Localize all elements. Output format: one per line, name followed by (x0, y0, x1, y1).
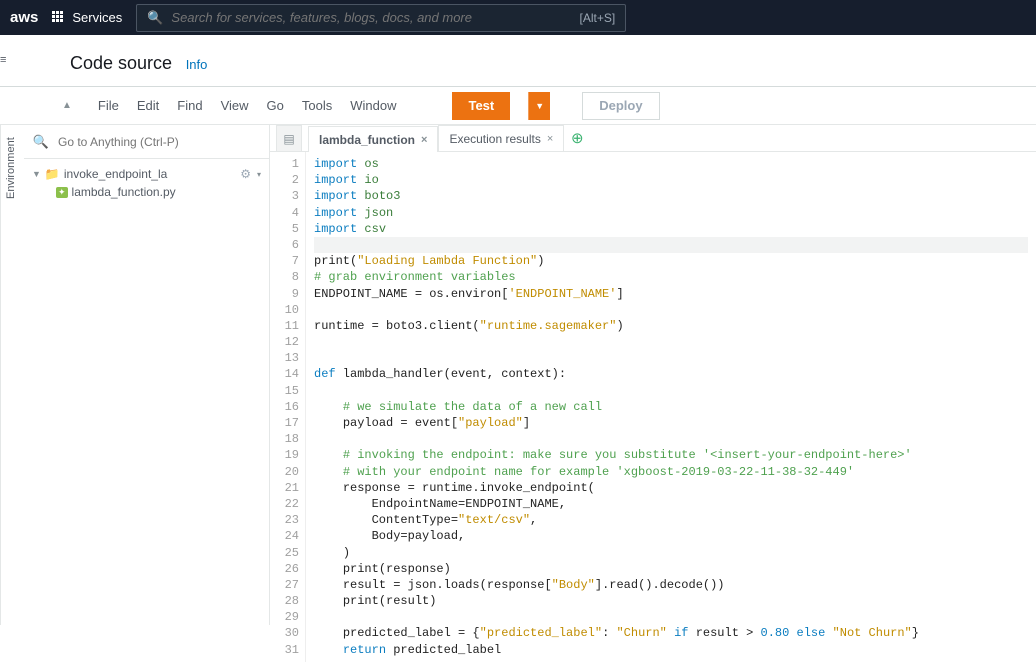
close-icon[interactable]: × (421, 134, 427, 146)
collapse-up-icon[interactable]: ▲ (62, 100, 72, 111)
python-file-icon: ✦ (56, 187, 68, 198)
code-line[interactable]: ContentType="text/csv", (314, 512, 1028, 528)
goto-anything-row: 🔍 (24, 125, 269, 159)
code-line[interactable]: ENDPOINT_NAME = os.environ['ENDPOINT_NAM… (314, 286, 1028, 302)
global-nav: aws Services 🔍 [Alt+S] (0, 0, 1036, 35)
close-icon[interactable]: × (547, 133, 553, 145)
code-line[interactable]: ) (314, 545, 1028, 561)
code-line[interactable]: payload = event["payload"] (314, 415, 1028, 431)
code-line[interactable] (314, 302, 1028, 318)
goto-anything-input[interactable] (58, 130, 269, 154)
code-line[interactable]: return predicted_label (314, 642, 1028, 658)
ide-panel: ▲ File Edit Find View Go Tools Window Te… (0, 86, 1036, 625)
search-icon: 🔍 (147, 10, 163, 26)
code-line[interactable]: response = runtime.invoke_endpoint( (314, 480, 1028, 496)
deploy-button[interactable]: Deploy (582, 92, 659, 120)
tab-label: Execution results (449, 132, 540, 146)
editor-panel: ▤ lambda_function × Execution results × … (270, 125, 1036, 625)
code-line[interactable] (314, 431, 1028, 447)
menu-edit[interactable]: Edit (137, 98, 159, 113)
menu-window[interactable]: Window (350, 98, 396, 113)
side-collapse-icon[interactable]: ≡ (0, 54, 18, 72)
services-label: Services (72, 10, 122, 25)
code-line[interactable] (314, 609, 1028, 625)
ide-menubar: ▲ File Edit Find View Go Tools Window Te… (0, 87, 1036, 125)
tab-list-icon[interactable]: ▤ (276, 125, 302, 151)
code-line[interactable]: Body=payload, (314, 528, 1028, 544)
search-icon: 🔍 (24, 134, 58, 150)
code-line[interactable]: print(response) (314, 561, 1028, 577)
caret-down-icon: ▾ (257, 170, 261, 179)
tree-file-row[interactable]: ✦ lambda_function.py (28, 183, 265, 201)
menu-file[interactable]: File (98, 98, 119, 113)
code-area[interactable]: import osimport ioimport boto3import jso… (306, 152, 1036, 662)
menu-tools[interactable]: Tools (302, 98, 332, 113)
section-title: Code source (70, 53, 172, 73)
folder-icon: 📁 (45, 167, 60, 181)
test-dropdown-button[interactable]: ▼ (528, 92, 550, 120)
info-link[interactable]: Info (186, 57, 208, 72)
code-line[interactable]: EndpointName=ENDPOINT_NAME, (314, 496, 1028, 512)
menu-view[interactable]: View (221, 98, 249, 113)
code-line[interactable]: def lambda_handler(event, context): (314, 366, 1028, 382)
line-gutter: 1234567891011121314151617181920212223242… (270, 152, 306, 662)
gear-icon[interactable]: ⚙ (240, 167, 251, 181)
tab-execution-results[interactable]: Execution results × (438, 125, 564, 151)
code-line[interactable]: # invoking the endpoint: make sure you s… (314, 447, 1028, 463)
code-line[interactable] (314, 350, 1028, 366)
code-line[interactable]: # with your endpoint name for example 'x… (314, 464, 1028, 480)
environment-tab[interactable]: Environment (0, 125, 24, 625)
tree-folder-row[interactable]: ▼ 📁 invoke_endpoint_la ⚙ ▾ (28, 165, 265, 183)
tab-strip: ▤ lambda_function × Execution results × … (270, 125, 1036, 152)
global-search-input[interactable] (171, 10, 571, 25)
code-line[interactable]: runtime = boto3.client("runtime.sagemake… (314, 318, 1028, 334)
global-search[interactable]: 🔍 [Alt+S] (136, 4, 626, 32)
file-tree: ▼ 📁 invoke_endpoint_la ⚙ ▾ ✦ lambda_func… (24, 159, 269, 625)
grid-icon (52, 11, 66, 25)
services-menu[interactable]: Services (52, 10, 122, 25)
code-line[interactable]: import csv (314, 221, 1028, 237)
left-panel: 🔍 ▼ 📁 invoke_endpoint_la ⚙ ▾ ✦ lambda_fu… (24, 125, 270, 625)
add-tab-button[interactable]: ⊕ (564, 125, 590, 151)
code-line[interactable]: # we simulate the data of a new call (314, 399, 1028, 415)
tree-file-label: lambda_function.py (72, 185, 176, 199)
code-line[interactable]: import io (314, 172, 1028, 188)
code-line[interactable]: result = json.loads(response["Body"].rea… (314, 577, 1028, 593)
code-line[interactable] (314, 237, 1028, 253)
menu-find[interactable]: Find (177, 98, 202, 113)
tab-lambda-function[interactable]: lambda_function × (308, 126, 438, 152)
search-shortcut-hint: [Alt+S] (580, 11, 616, 25)
aws-logo[interactable]: aws (10, 9, 38, 26)
code-editor[interactable]: 1234567891011121314151617181920212223242… (270, 152, 1036, 662)
tree-folder-label: invoke_endpoint_la (64, 167, 167, 181)
section-header: Code source Info (0, 35, 1036, 86)
caret-down-icon: ▼ (32, 169, 41, 179)
menu-go[interactable]: Go (267, 98, 284, 113)
code-line[interactable]: predicted_label = {"predicted_label": "C… (314, 625, 1028, 641)
code-line[interactable]: import boto3 (314, 188, 1028, 204)
code-line[interactable] (314, 334, 1028, 350)
code-line[interactable]: # grab environment variables (314, 269, 1028, 285)
code-line[interactable]: import json (314, 205, 1028, 221)
tab-label: lambda_function (319, 133, 415, 147)
code-line[interactable]: import os (314, 156, 1028, 172)
code-line[interactable]: print("Loading Lambda Function") (314, 253, 1028, 269)
code-line[interactable]: print(result) (314, 593, 1028, 609)
code-line[interactable] (314, 383, 1028, 399)
test-button[interactable]: Test (452, 92, 510, 120)
